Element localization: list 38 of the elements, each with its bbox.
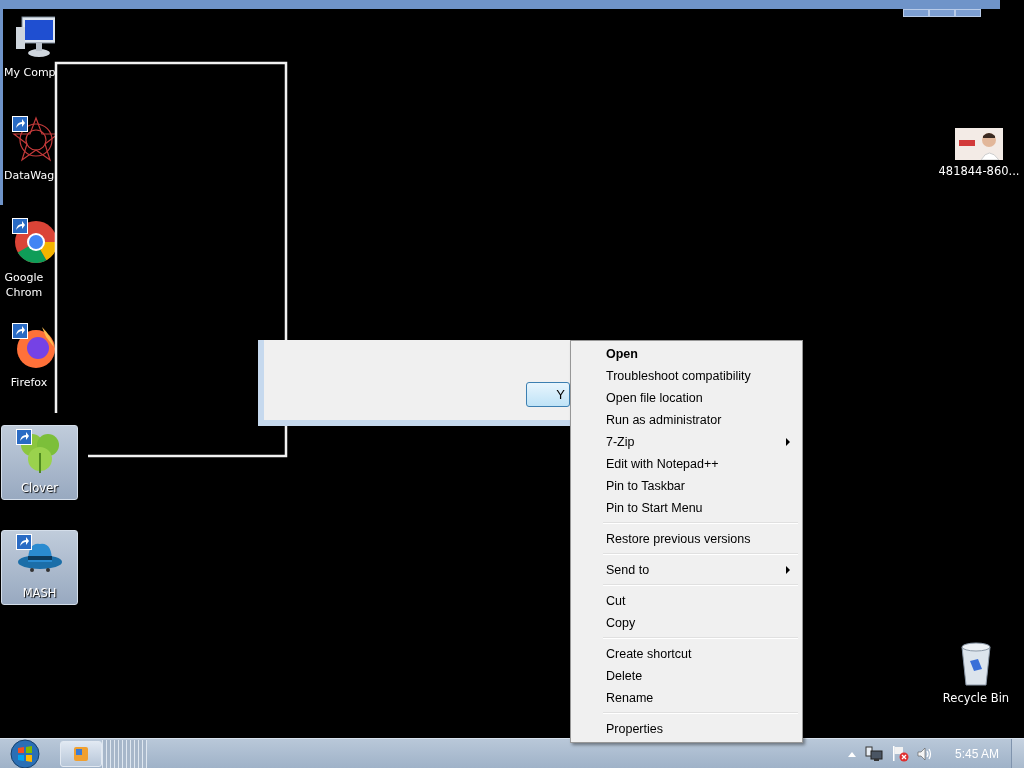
submenu-arrow-icon: [786, 438, 790, 446]
taskbar-button[interactable]: [60, 740, 102, 767]
network-icon[interactable]: [864, 745, 883, 762]
icon-label: Clover: [21, 481, 58, 496]
starburst-icon: [12, 116, 55, 164]
dialog-button[interactable]: Y: [526, 382, 570, 407]
menu-item[interactable]: Troubleshoot compatibility: [573, 365, 800, 387]
menu-item[interactable]: Delete: [573, 665, 800, 687]
app-icon: [73, 745, 89, 762]
menu-item[interactable]: Run as administrator: [573, 409, 800, 431]
menu-item[interactable]: Edit with Notepad++: [573, 453, 800, 475]
menu-item[interactable]: Send to: [573, 559, 800, 581]
menu-item[interactable]: Open file location: [573, 387, 800, 409]
icon-label: My Comp: [4, 65, 54, 80]
menu-item[interactable]: 7-Zip: [573, 431, 800, 453]
icon-label: 481844-860...: [938, 164, 1020, 179]
menu-item[interactable]: Restore previous versions: [573, 528, 800, 550]
close-button[interactable]: [955, 9, 981, 17]
icon-label: Firefox: [9, 375, 49, 390]
menu-item[interactable]: Create shortcut: [573, 643, 800, 665]
icon-label: Recycle Bin: [942, 691, 1010, 706]
menu-item[interactable]: Rename: [573, 687, 800, 709]
menu-item[interactable]: Cut: [573, 590, 800, 612]
show-desktop-button[interactable]: [1011, 738, 1024, 768]
icon-label: MASH: [22, 586, 57, 601]
icon-label: Google Chrom: [4, 270, 44, 300]
menu-item[interactable]: Properties: [573, 718, 800, 740]
speaker-icon[interactable]: [916, 745, 933, 762]
menu-item[interactable]: Open: [573, 343, 800, 365]
minimize-button[interactable]: [903, 9, 929, 17]
menu-item[interactable]: Pin to Start Menu: [573, 497, 800, 519]
flag-error-icon[interactable]: [890, 745, 909, 762]
menu-item[interactable]: Copy: [573, 612, 800, 634]
maximize-button[interactable]: [929, 9, 955, 17]
submenu-arrow-icon: [786, 566, 790, 574]
menu-item[interactable]: Pin to Taskbar: [573, 475, 800, 497]
icon-label: DataWag: [4, 168, 54, 183]
taskbar-grip[interactable]: [102, 739, 147, 768]
